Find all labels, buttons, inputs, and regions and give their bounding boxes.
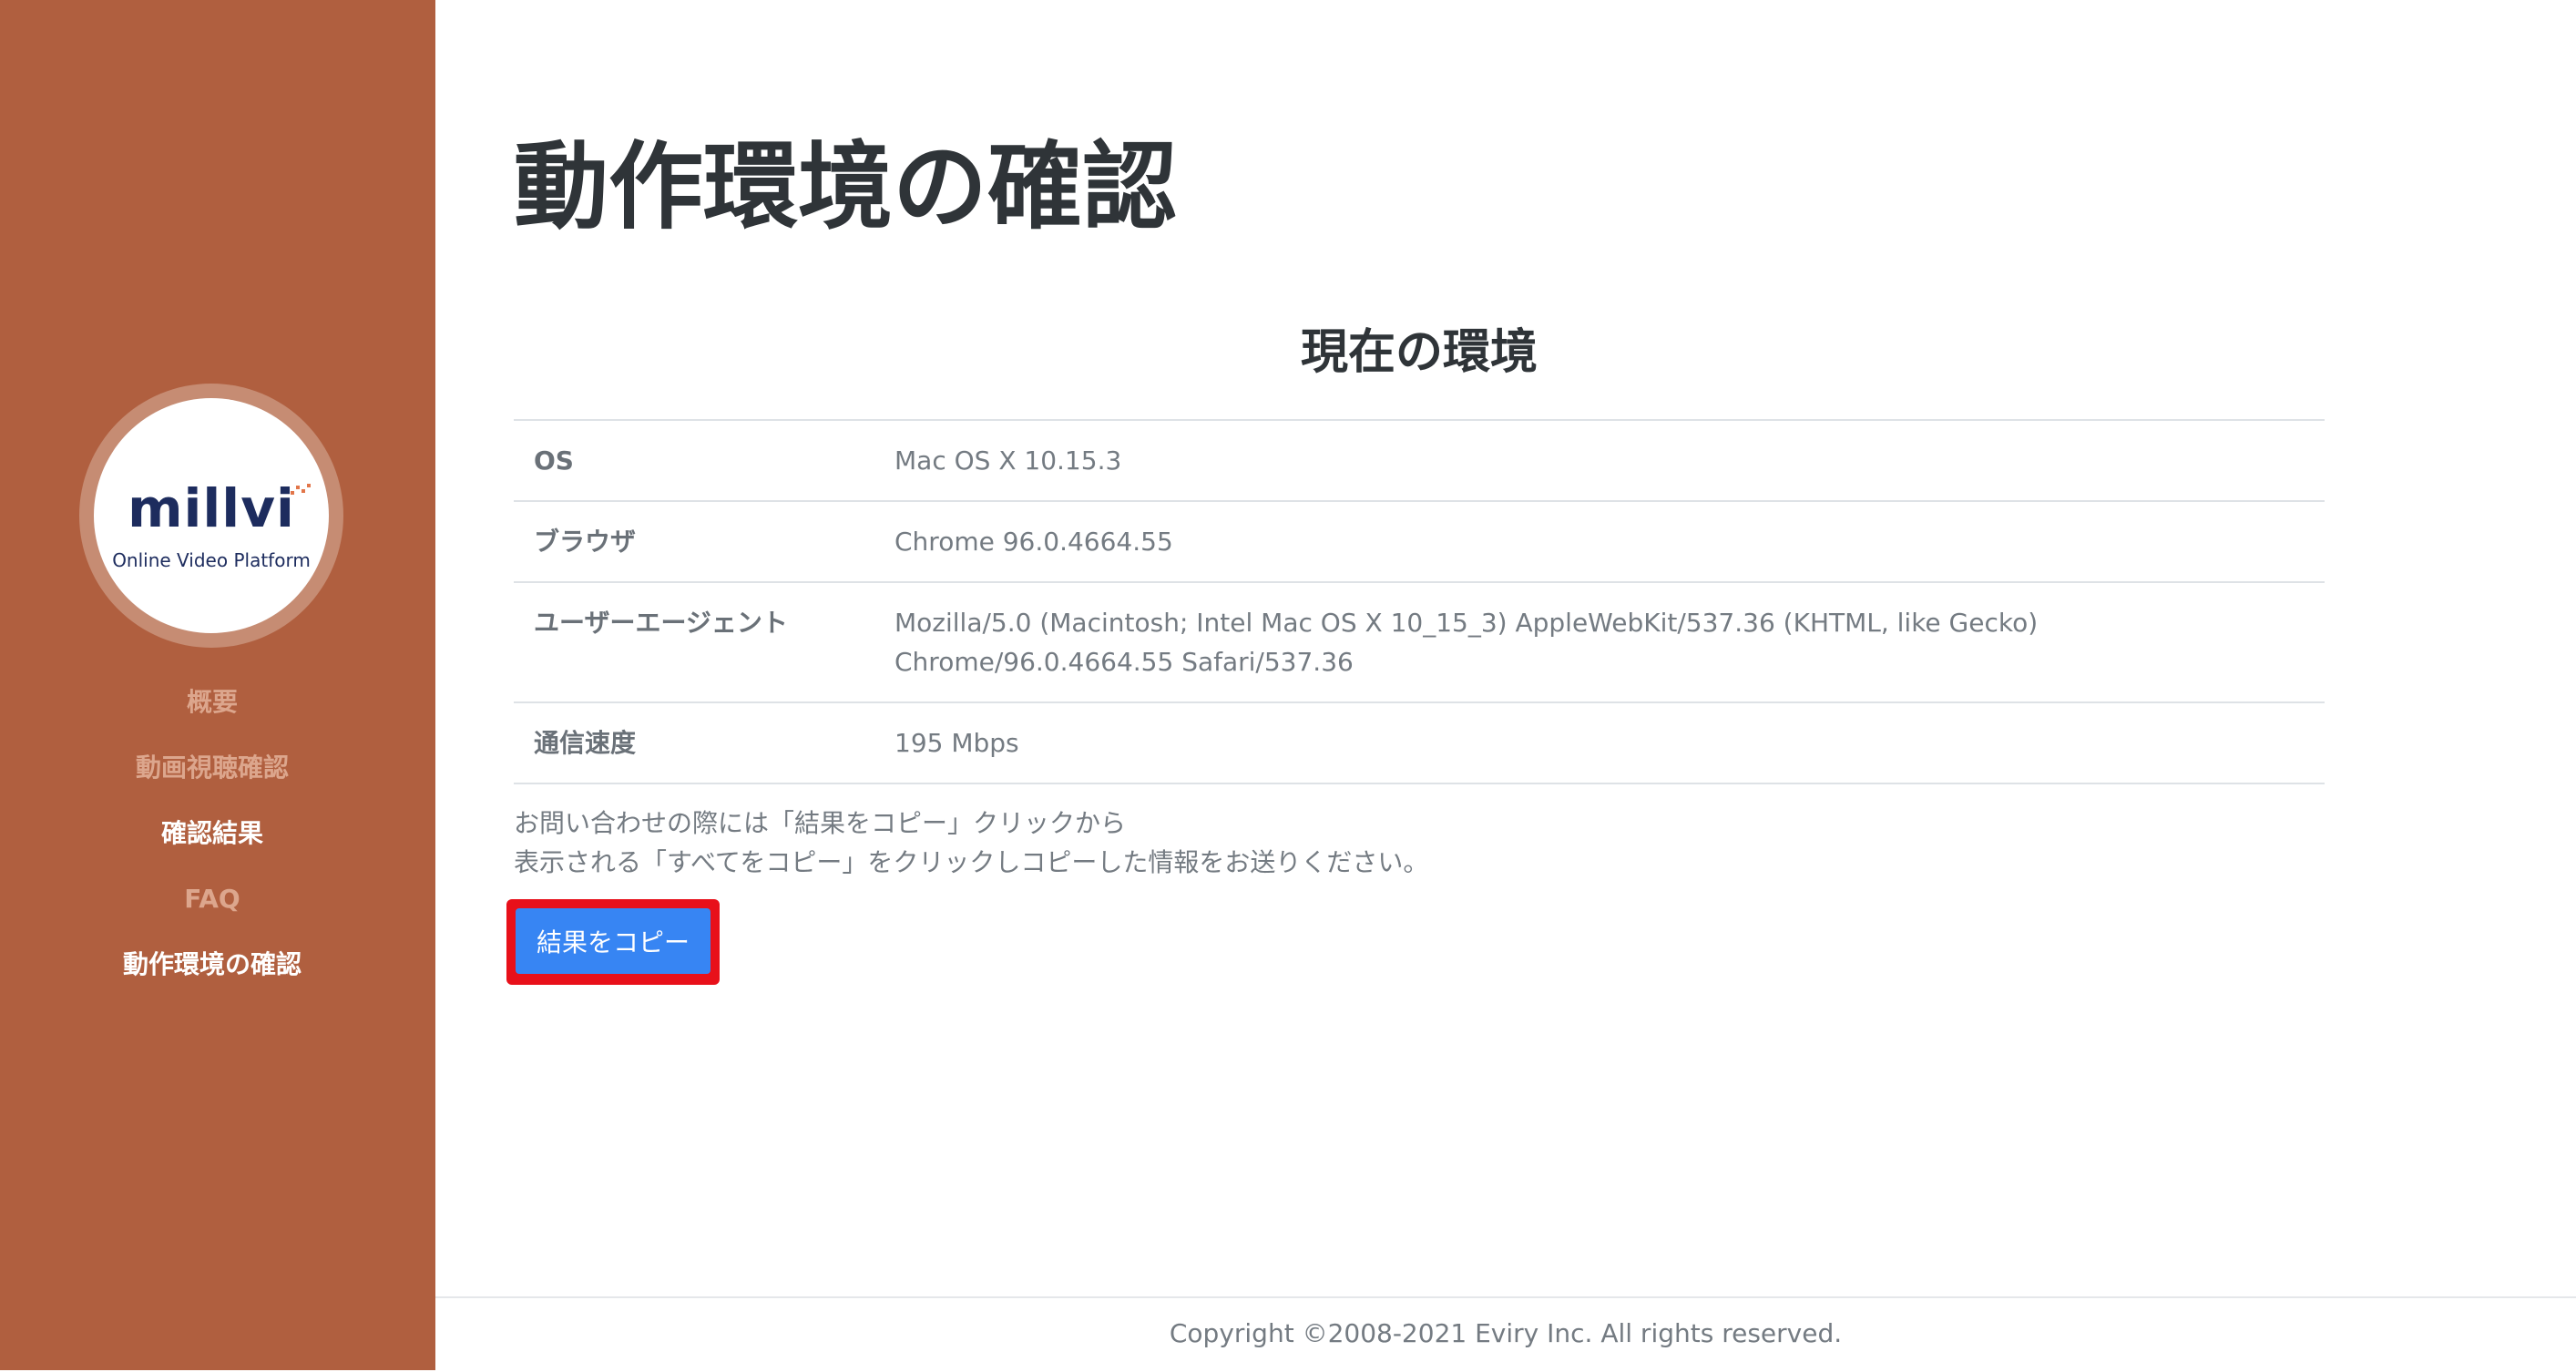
page-title: 動作環境の確認 xyxy=(514,131,1178,242)
row-value: Mac OS X 10.15.3 xyxy=(874,419,2325,501)
equalizer-bars-icon xyxy=(291,484,311,495)
footer: Copyright ©2008-2021 Eviry Inc. All righ… xyxy=(435,1296,2576,1372)
copy-button-highlight: 結果をコピー xyxy=(506,899,720,985)
row-value: Mozilla/5.0 (Macintosh; Intel Mac OS X 1… xyxy=(874,581,2325,702)
nav-item-overview[interactable]: 概要 xyxy=(0,679,424,744)
contact-note: お問い合わせの際には「結果をコピー」クリックから 表示される「すべてをコピー」を… xyxy=(514,804,1428,882)
copyright-text: Copyright ©2008-2021 Eviry Inc. All righ… xyxy=(1169,1318,1843,1348)
row-key: ブラウザ xyxy=(514,500,874,582)
logo[interactable]: millvi Online Video Platform xyxy=(94,398,329,633)
table-row: OS Mac OS X 10.15.3 xyxy=(514,419,2325,501)
row-key: OS xyxy=(514,419,874,501)
nav-item-faq[interactable]: FAQ xyxy=(0,875,424,941)
row-key: ユーザーエージェント xyxy=(514,581,874,702)
copy-results-button[interactable]: 結果をコピー xyxy=(516,908,710,974)
environment-table: OS Mac OS X 10.15.3 ブラウザ Chrome 96.0.466… xyxy=(514,419,2325,784)
main-content: 動作環境の確認 現在の環境 OS Mac OS X 10.15.3 ブラウザ C… xyxy=(435,0,2576,1370)
table-row: 通信速度 195 Mbps xyxy=(514,701,2325,784)
sidebar-nav: 概要 動画視聴確認 確認結果 FAQ 動作環境の確認 xyxy=(0,679,424,1007)
note-line-1: お問い合わせの際には「結果をコピー」クリックから xyxy=(514,808,1127,838)
section-title: 現在の環境 xyxy=(1300,325,1538,380)
table-row: ユーザーエージェント Mozilla/5.0 (Macintosh; Intel… xyxy=(514,581,2325,702)
logo-subtitle: Online Video Platform xyxy=(112,549,311,571)
logo-ring: millvi Online Video Platform xyxy=(79,384,343,648)
note-line-2: 表示される「すべてをコピー」をクリックしコピーした情報をお送りください。 xyxy=(514,847,1429,877)
row-value: Chrome 96.0.4664.55 xyxy=(874,500,2325,582)
nav-item-check-results[interactable]: 確認結果 xyxy=(0,810,424,875)
nav-item-video-playback-check[interactable]: 動画視聴確認 xyxy=(0,744,424,810)
table-row: ブラウザ Chrome 96.0.4664.55 xyxy=(514,500,2325,582)
nav-item-environment-check[interactable]: 動作環境の確認 xyxy=(0,941,424,1007)
sidebar: millvi Online Video Platform 概要 動画視聴確認 確… xyxy=(0,0,435,1370)
row-key: 通信速度 xyxy=(514,701,874,784)
row-value: 195 Mbps xyxy=(874,701,2325,784)
